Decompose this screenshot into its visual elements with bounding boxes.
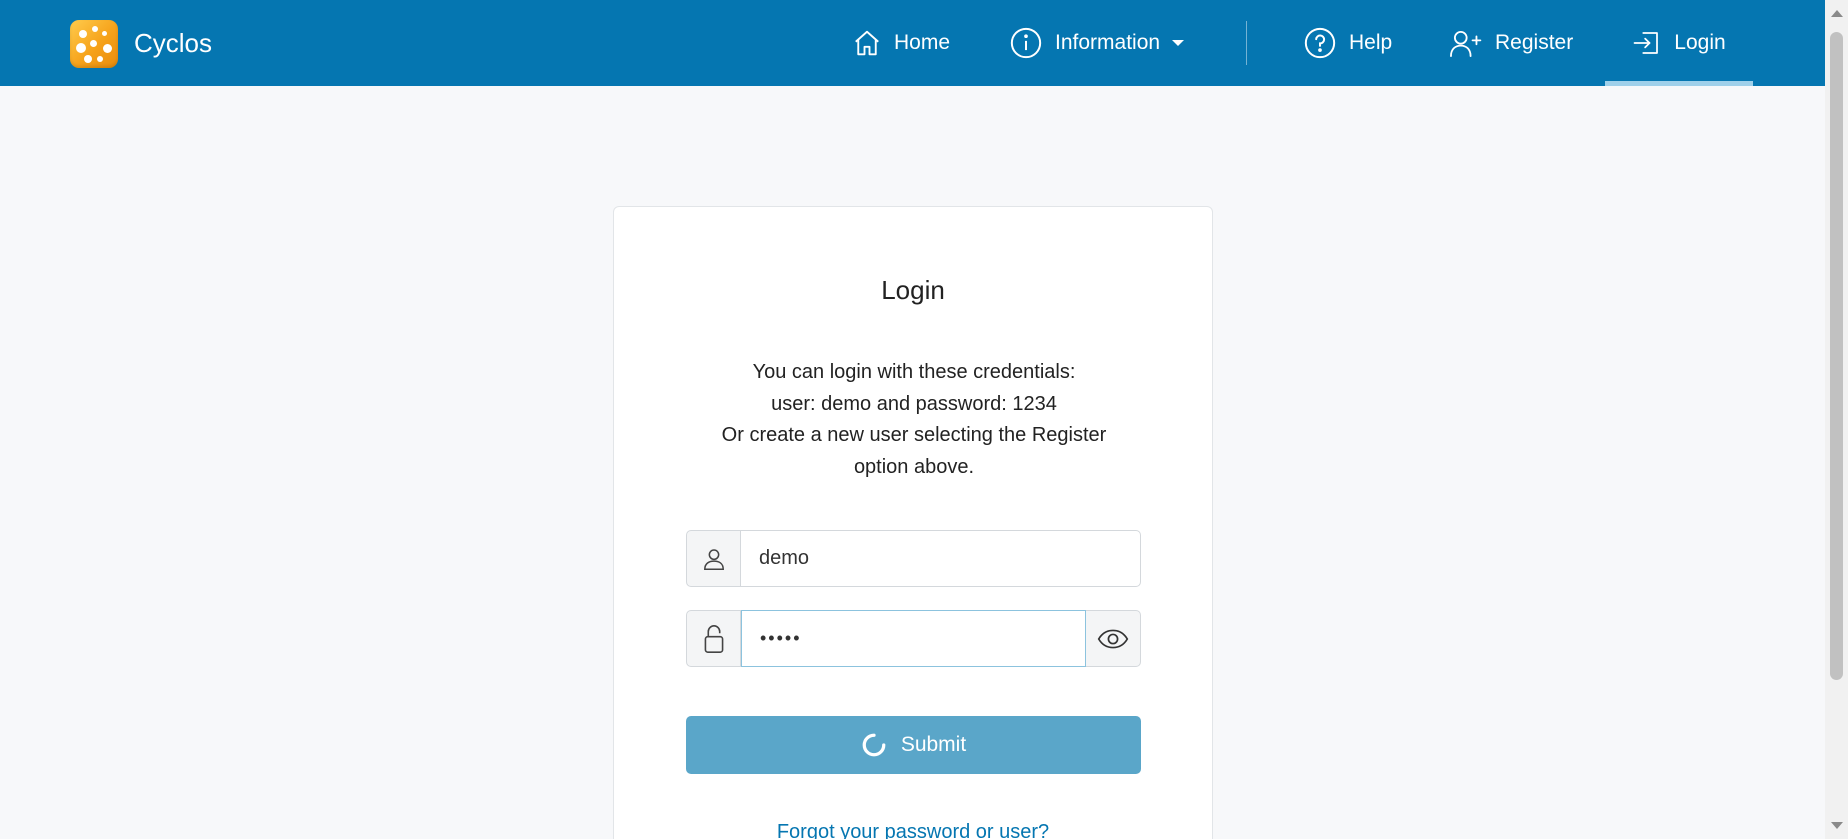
chevron-down-icon xyxy=(1172,40,1185,46)
forgot-password-link-text: Forgot your password or user? xyxy=(776,821,1050,839)
login-title: Login xyxy=(881,275,945,305)
password-input-group: ••••• xyxy=(686,610,1141,667)
main-content: Login You can login with these credentia… xyxy=(0,86,1825,839)
submit-button-label: Submit xyxy=(900,733,967,756)
nav-register-label: Register xyxy=(1495,31,1574,54)
forgot-password-link[interactable]: Forgot your password or user? xyxy=(614,821,1212,839)
info-circle-icon xyxy=(1010,27,1042,59)
password-field[interactable]: ••••• xyxy=(741,610,1086,667)
username-input-group: demo xyxy=(686,530,1141,587)
box-arrow-in-right-icon xyxy=(1633,32,1659,54)
nav-help[interactable]: Help xyxy=(1303,0,1392,86)
lock-icon xyxy=(704,624,723,653)
info-line: You can login with these credentials: xyxy=(752,361,1076,383)
password-addon xyxy=(686,610,741,667)
nav-divider xyxy=(1246,21,1247,65)
username-addon xyxy=(686,530,741,587)
username-field[interactable]: demo xyxy=(741,530,1141,587)
person-icon xyxy=(703,548,724,570)
scroll-down-arrow-icon[interactable] xyxy=(1831,822,1843,829)
toggle-password-button[interactable] xyxy=(1086,610,1141,667)
info-line: user: demo and password: 1234 xyxy=(771,392,1057,415)
spinner-icon xyxy=(862,733,886,757)
nav-information[interactable]: Information xyxy=(1009,0,1185,86)
nav-home[interactable]: Home xyxy=(852,0,950,86)
scroll-up-arrow-icon[interactable] xyxy=(1831,10,1843,17)
nav-home-label: Home xyxy=(894,31,951,54)
cyclos-logo-icon xyxy=(70,19,118,68)
nav-register[interactable]: Register xyxy=(1449,0,1573,86)
login-info-text: You can login with these credentials: us… xyxy=(694,357,1134,483)
login-card: Login You can login with these credentia… xyxy=(613,206,1213,839)
scroll-thumb[interactable] xyxy=(1830,32,1843,680)
page-scrollbar[interactable] xyxy=(1825,0,1848,839)
eye-icon xyxy=(1097,629,1129,648)
top-navigation-bar: Cyclos Home Information Help Register Lo… xyxy=(0,0,1825,86)
nav-information-label: Information xyxy=(1055,31,1161,54)
home-icon xyxy=(855,30,879,56)
submit-button[interactable]: Submit xyxy=(686,716,1141,774)
info-line: option above. xyxy=(853,455,975,478)
question-circle-icon xyxy=(1304,27,1336,59)
brand-link[interactable]: Cyclos xyxy=(70,19,212,68)
nav-login-label: Login xyxy=(1674,31,1726,54)
person-add-icon xyxy=(1450,30,1482,57)
brand-name: Cyclos xyxy=(134,28,213,58)
info-line: Or create a new user selecting the Regis… xyxy=(721,424,1107,446)
nav-help-label: Help xyxy=(1349,31,1393,54)
nav-login[interactable]: Login xyxy=(1605,0,1753,86)
